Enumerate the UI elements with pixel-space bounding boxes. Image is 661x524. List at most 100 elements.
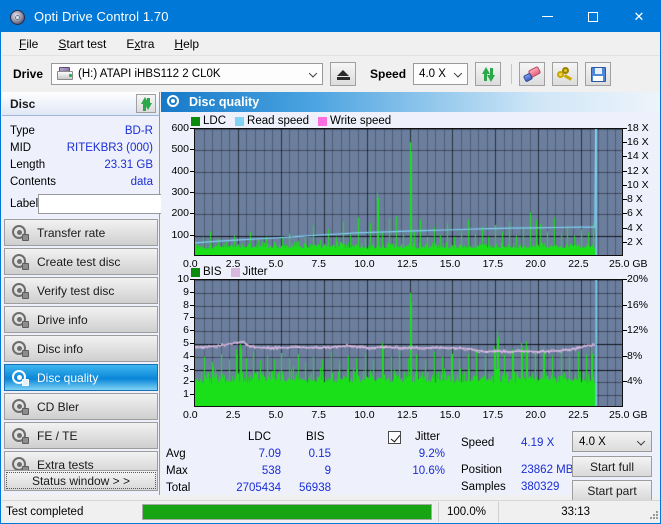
y-tick-mark <box>190 394 194 395</box>
stats-total-ldc: 2705434 <box>221 482 281 494</box>
progress-percent: 100.0% <box>438 502 498 522</box>
disc-row-key: Length <box>10 159 45 171</box>
nav-list: Transfer rate Create test disc Verify te… <box>4 219 158 480</box>
start-part-button[interactable]: Start part <box>572 480 652 501</box>
ldc-chart-canvas <box>195 129 623 256</box>
stats-max-ldc: 538 <box>236 465 281 477</box>
save-button[interactable] <box>585 62 611 86</box>
jitter-label: Jitter <box>415 431 440 443</box>
y-tick-mark <box>190 305 194 306</box>
y-tick-mark <box>623 213 627 214</box>
menu-extra[interactable]: Extra <box>117 34 163 54</box>
y-tick-mark <box>623 199 627 200</box>
sidebar-item-transfer-rate[interactable]: Transfer rate <box>4 219 158 246</box>
x-tick-label: 20.0 <box>525 409 545 421</box>
legend-entry-write-speed: Write speed <box>318 115 391 127</box>
sidebar-item-cd-bler[interactable]: CD Bler <box>4 393 158 420</box>
drive-icon <box>57 67 73 81</box>
disc-row-key: Type <box>10 125 35 137</box>
stats-total-bis: 56938 <box>286 482 331 494</box>
jitter-checkbox[interactable] <box>388 431 401 444</box>
x-tick-label: 20.0 <box>525 258 545 270</box>
speed-label: Speed <box>370 67 406 81</box>
drive-select[interactable]: (H:) ATAPI iHBS112 2 CL0K <box>51 63 323 85</box>
sidebar-item-create-test-disc[interactable]: Create test disc <box>4 248 158 275</box>
y-tick-mark <box>190 149 194 150</box>
speed-select[interactable]: 4.0 X <box>413 63 468 85</box>
minimize-button[interactable] <box>524 1 570 32</box>
maximize-button[interactable] <box>570 1 616 32</box>
disc-label-caption: Label <box>10 198 38 210</box>
stats-avg-bis: 0.15 <box>291 448 331 460</box>
menu-file[interactable]: FFileile <box>10 34 47 54</box>
disc-row-value: 23.31 GB <box>104 159 153 171</box>
y-tick-mark <box>623 171 627 172</box>
y-tick-label-left: 600 <box>161 122 189 134</box>
menu-start-test[interactable]: Start test <box>49 34 115 54</box>
resize-grip-icon[interactable] <box>648 509 658 519</box>
start-full-button[interactable]: Start full <box>572 456 652 477</box>
x-tick-label: 7.5 <box>311 409 326 421</box>
sidebar-item-label: Disc quality <box>37 371 98 385</box>
y-tick-label-left: 200 <box>161 207 189 219</box>
refresh-button[interactable] <box>475 62 501 86</box>
y-tick-mark <box>190 279 194 280</box>
y-tick-label-right: 8 X <box>627 193 643 205</box>
status-window-button[interactable]: Status window > > <box>4 470 158 491</box>
y-tick-mark <box>623 330 627 331</box>
sidebar-item-disc-quality[interactable]: Disc quality <box>4 364 158 391</box>
sidebar: Disc Type BD-R MID RITEKBR3 (000) Length… <box>2 92 160 495</box>
legend-label: Write speed <box>330 115 391 127</box>
stats-panel: LDC BIS Jitter Avg 7.09 0.15 9.2% Max 53… <box>161 428 661 495</box>
y-tick-mark <box>190 171 194 172</box>
y-tick-mark <box>623 185 627 186</box>
chart1-legend: LDC Read speed Write speed <box>191 115 397 127</box>
y-tick-mark <box>623 128 627 129</box>
elapsed-time: 33:13 <box>498 502 598 522</box>
close-button[interactable]: ✕ <box>616 1 661 32</box>
y-tick-label-right: 4 X <box>627 222 643 234</box>
disc-row-contents: Contents data <box>10 173 153 190</box>
sidebar-item-label: CD Bler <box>37 400 79 414</box>
test-speed-select[interactable]: 4.0 X <box>572 431 652 452</box>
x-tick-label: 22.5 <box>568 258 588 270</box>
keys-icon <box>557 67 573 82</box>
keys-button[interactable] <box>552 62 578 86</box>
legend-entry-read-speed: Read speed <box>235 115 309 127</box>
y-tick-mark <box>190 356 194 357</box>
stats-avg-ldc: 7.09 <box>236 448 281 460</box>
disc-row-type: Type BD-R <box>10 122 153 139</box>
chevron-down-icon <box>309 69 317 77</box>
y-tick-mark <box>623 228 627 229</box>
menu-help[interactable]: Help <box>165 34 208 54</box>
eject-button[interactable] <box>330 62 356 86</box>
disc-test-icon <box>12 254 28 269</box>
toolbar: Drive (H:) ATAPI iHBS112 2 CL0K Speed 4.… <box>2 56 661 92</box>
sidebar-item-disc-info[interactable]: Disc info <box>4 335 158 362</box>
sidebar-item-verify-test-disc[interactable]: Verify test disc <box>4 277 158 304</box>
y-tick-label-right: 12% <box>627 324 648 336</box>
disc-row-mid: MID RITEKBR3 (000) <box>10 139 153 156</box>
disc-info-list: Type BD-R MID RITEKBR3 (000) Length 23.3… <box>2 116 159 220</box>
sidebar-item-drive-info[interactable]: Drive info <box>4 306 158 333</box>
y-tick-mark <box>623 142 627 143</box>
legend-entry-jitter: Jitter <box>231 266 268 278</box>
sidebar-item-fe-te[interactable]: FE / TE <box>4 422 158 449</box>
y-tick-label-right: 10 X <box>627 179 649 191</box>
disc-refresh-button[interactable] <box>136 94 156 113</box>
y-tick-label-right: 18 X <box>627 122 649 134</box>
x-tick-label: 0.0 <box>183 409 198 421</box>
status-message: Test completed <box>2 502 142 522</box>
x-tick-label: 7.5 <box>311 258 326 270</box>
window-title: Opti Drive Control 1.70 <box>34 9 169 24</box>
y-tick-label-left: 400 <box>161 165 189 177</box>
y-tick-label-left: 8 <box>161 299 189 311</box>
stats-position-value: 23862 MB <box>521 464 573 476</box>
optical-disc-icon <box>10 9 26 25</box>
erase-button[interactable] <box>519 62 545 86</box>
disc-test-icon <box>12 341 28 356</box>
disc-row-key: Contents <box>10 176 56 188</box>
bis-chart-canvas <box>195 280 623 407</box>
status-window-wrap: Status window > > <box>4 470 158 491</box>
disc-test-icon <box>12 225 28 240</box>
